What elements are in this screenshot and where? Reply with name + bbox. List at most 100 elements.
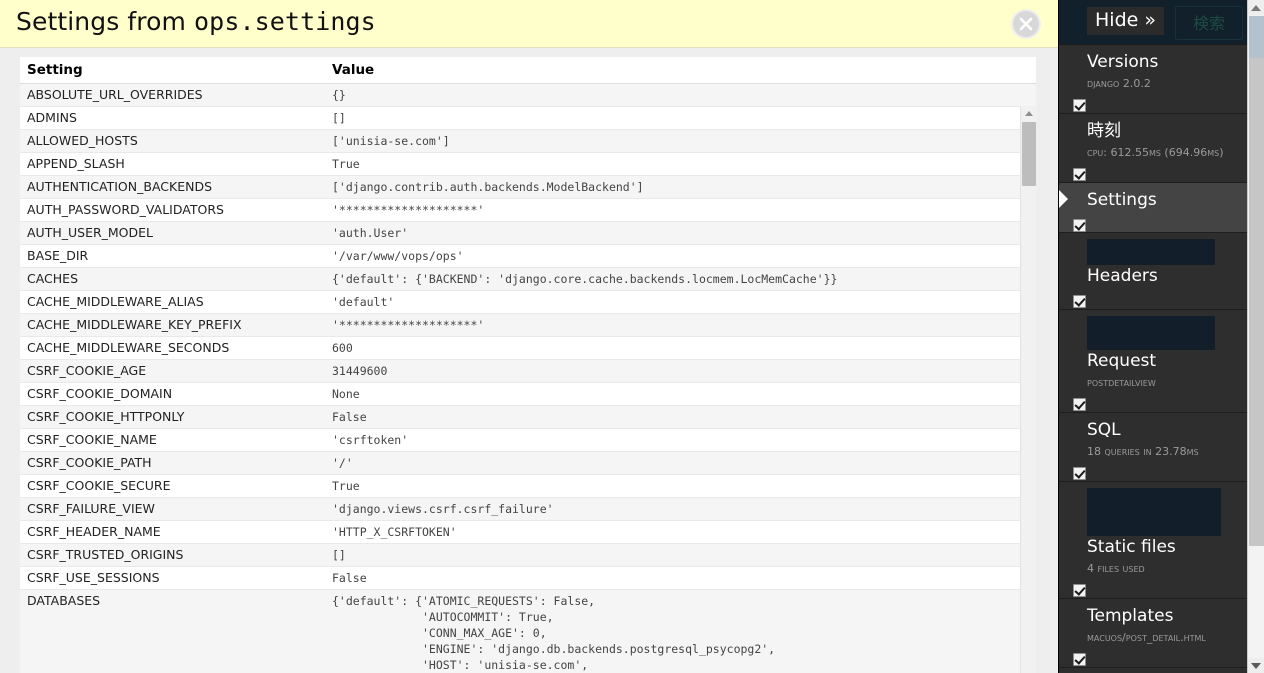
table-row: CACHE_MIDDLEWARE_SECONDS 600 (20, 336, 1036, 360)
toolbar-item-title: 時刻 (1087, 121, 1121, 141)
toolbar-item-headers[interactable]: Headers (1059, 233, 1264, 310)
table-row: CSRF_COOKIE_AGE 31449600 (20, 359, 1036, 383)
setting-value-cell: True (325, 474, 1036, 498)
setting-value-cell: {'default': {'BACKEND': 'django.core.cac… (325, 267, 1036, 291)
setting-value-cell: '********************' (325, 198, 1036, 222)
setting-name-cell: ADMINS (20, 106, 325, 130)
setting-value-cell: False (325, 566, 1036, 590)
table-row: BASE_DIR '/var/www/vops/ops' (20, 244, 1036, 268)
close-icon (1019, 17, 1033, 31)
table-row: CSRF_COOKIE_DOMAIN None (20, 382, 1036, 406)
setting-name-cell: DATABASES (20, 589, 325, 673)
toolbar-item-checkbox[interactable] (1073, 99, 1086, 112)
setting-name-cell: ALLOWED_HOSTS (20, 129, 325, 153)
setting-value-cell: ['unisia-se.com'] (325, 129, 1036, 153)
setting-name-cell: CSRF_COOKIE_SECURE (20, 474, 325, 498)
toolbar-item-checkbox[interactable] (1073, 584, 1086, 597)
table-body: ABSOLUTE_URL_OVERRIDES{} ADMINS[] ALLOWED_… (20, 83, 1036, 673)
toolbar-item-checkbox[interactable] (1073, 219, 1086, 232)
table-row: CACHES {'default': {'BACKEND': 'django.co… (20, 267, 1036, 291)
setting-name-cell: CSRF_TRUSTED_ORIGINS (20, 543, 325, 567)
setting-value-cell: False (325, 405, 1036, 429)
setting-name-cell: ABSOLUTE_URL_OVERRIDES (20, 83, 325, 107)
panel-content: Setting Value ABSOLUTE_URL_OVERRIDES{} AD… (0, 49, 1058, 673)
table-row: CSRF_TRUSTED_ORIGINS[] (20, 543, 1036, 567)
table-scrollbar[interactable] (1020, 106, 1037, 673)
table-row: ADMINS[] (20, 106, 1036, 130)
table-row: DATABASES {'default': {'ATOMIC_REQUESTS':… (20, 589, 1036, 673)
setting-name-cell: AUTH_USER_MODEL (20, 221, 325, 245)
toolbar-item-sql[interactable]: SQL 18 queries in 23.78ms (1059, 413, 1264, 482)
setting-value-cell: '********************' (325, 313, 1036, 337)
toolbar-item-checkbox[interactable] (1073, 168, 1086, 181)
settings-table: Setting Value ABSOLUTE_URL_OVERRIDES{} AD… (20, 58, 1036, 673)
table-row: ALLOWED_HOSTS ['unisia-se.com'] (20, 129, 1036, 153)
toolbar-header: Hide » 検索 (1059, 0, 1264, 45)
toolbar-item-checkbox[interactable] (1073, 653, 1086, 666)
setting-value-cell: [] (325, 106, 1036, 130)
setting-value-cell: 'HTTP_X_CSRFTOKEN' (325, 520, 1036, 544)
table-scrollbar-thumb[interactable] (1022, 122, 1036, 186)
search-input[interactable]: 検索 (1175, 6, 1243, 40)
table-row: CSRF_COOKIE_HTTPONLY False (20, 405, 1036, 429)
table-row: ABSOLUTE_URL_OVERRIDES{} (20, 83, 1036, 107)
table-row: CSRF_FAILURE_VIEW'django.views.csrf.csrf… (20, 497, 1036, 521)
page-title-prefix: Settings from (16, 7, 195, 36)
settings-table-container[interactable]: Setting Value ABSOLUTE_URL_OVERRIDES{} AD… (20, 57, 1036, 673)
toolbar-item-checkbox[interactable] (1073, 398, 1086, 411)
table-row: AUTH_PASSWORD_VALIDATORS '***************… (20, 198, 1036, 222)
setting-name-cell: CACHES (20, 267, 325, 291)
setting-name-cell: CSRF_FAILURE_VIEW (20, 497, 325, 521)
setting-value-cell: '/' (325, 451, 1036, 475)
scroll-up-arrow-icon[interactable] (1021, 106, 1037, 120)
setting-name-cell: AUTHENTICATION_BACKENDS (20, 175, 325, 199)
table-row: CSRF_USE_SESSIONS False (20, 566, 1036, 590)
toolbar-item-versions[interactable]: Versions Django 2.0.2 (1059, 45, 1264, 114)
toolbar-item-title: Headers (1087, 266, 1158, 286)
toolbar-item-checkbox[interactable] (1073, 295, 1086, 308)
toolbar-item-title: Static files (1087, 537, 1176, 557)
toolbar-item-title: Templates (1087, 606, 1174, 626)
setting-name-cell: CACHE_MIDDLEWARE_KEY_PREFIX (20, 313, 325, 337)
toolbar-item-highlight (1087, 488, 1221, 536)
toolbar-item-title: Versions (1087, 52, 1159, 72)
toolbar-item-checkbox[interactable] (1073, 467, 1086, 480)
setting-name-cell: CACHE_MIDDLEWARE_ALIAS (20, 290, 325, 314)
setting-value-cell: 31449600 (325, 359, 1036, 383)
toolbar-item-subtitle: CPU: 612.55ms (694.96ms) (1087, 146, 1224, 159)
close-button[interactable] (1011, 9, 1041, 39)
toolbar-item-static-files[interactable]: Static files 4 files used (1059, 482, 1264, 599)
setting-value-cell: 'auth.User' (325, 221, 1036, 245)
table-row: APPEND_SLASH True (20, 152, 1036, 176)
toolbar-item-highlight (1087, 239, 1215, 265)
hide-button[interactable]: Hide » (1087, 7, 1164, 35)
setting-value-cell: 600 (325, 336, 1036, 360)
setting-value-cell: [] (325, 543, 1036, 567)
setting-name-cell: CACHE_MIDDLEWARE_SECONDS (20, 336, 325, 360)
page-title-module: ops.settings (194, 7, 376, 36)
django-debug-toolbar: Settings from ops.settings Setting Value (0, 0, 1264, 673)
toolbar-item-request[interactable]: Request PostDetailView (1059, 310, 1264, 413)
page-scroll-up-arrow-icon[interactable] (1248, 0, 1264, 15)
toolbar-item-subtitle: 4 files used (1087, 562, 1145, 575)
table-row: AUTH_USER_MODEL'auth.User' (20, 221, 1036, 245)
setting-name-cell: AUTH_PASSWORD_VALIDATORS (20, 198, 325, 222)
toolbar-item-subtitle: macuos/post_detail.html (1087, 631, 1206, 644)
toolbar-item-highlight (1087, 316, 1215, 350)
toolbar-item-settings[interactable]: Settings (1059, 183, 1264, 233)
debug-toolbar: Hide » 検索 Versions Django 2.0.2 時刻 CPU: 612… (1058, 0, 1264, 673)
setting-value-cell: 'csrftoken' (325, 428, 1036, 452)
panel-header: Settings from ops.settings (0, 0, 1058, 48)
toolbar-item-subtitle: Django 2.0.2 (1087, 77, 1151, 90)
toolbar-item-cache[interactable]: Cache0 calls in 0.00ms (1059, 668, 1264, 673)
table-row: CSRF_COOKIE_NAME'csrftoken' (20, 428, 1036, 452)
table-head: Setting Value (20, 58, 1036, 84)
setting-value-cell: 'django.views.csrf.csrf_failure' (325, 497, 1036, 521)
table-row: AUTHENTICATION_BACKENDS ['django.contrib.… (20, 175, 1036, 199)
setting-name-cell: CSRF_COOKIE_HTTPONLY (20, 405, 325, 429)
toolbar-item-time[interactable]: 時刻 CPU: 612.55ms (694.96ms) (1059, 114, 1264, 183)
page-scroll-down-arrow-icon[interactable] (1248, 658, 1264, 673)
toolbar-item-templates[interactable]: Templates macuos/post_detail.html (1059, 599, 1264, 668)
page-title: Settings from ops.settings (16, 7, 376, 36)
table-row: CACHE_MIDDLEWARE_KEY_PREFIX '************… (20, 313, 1036, 337)
